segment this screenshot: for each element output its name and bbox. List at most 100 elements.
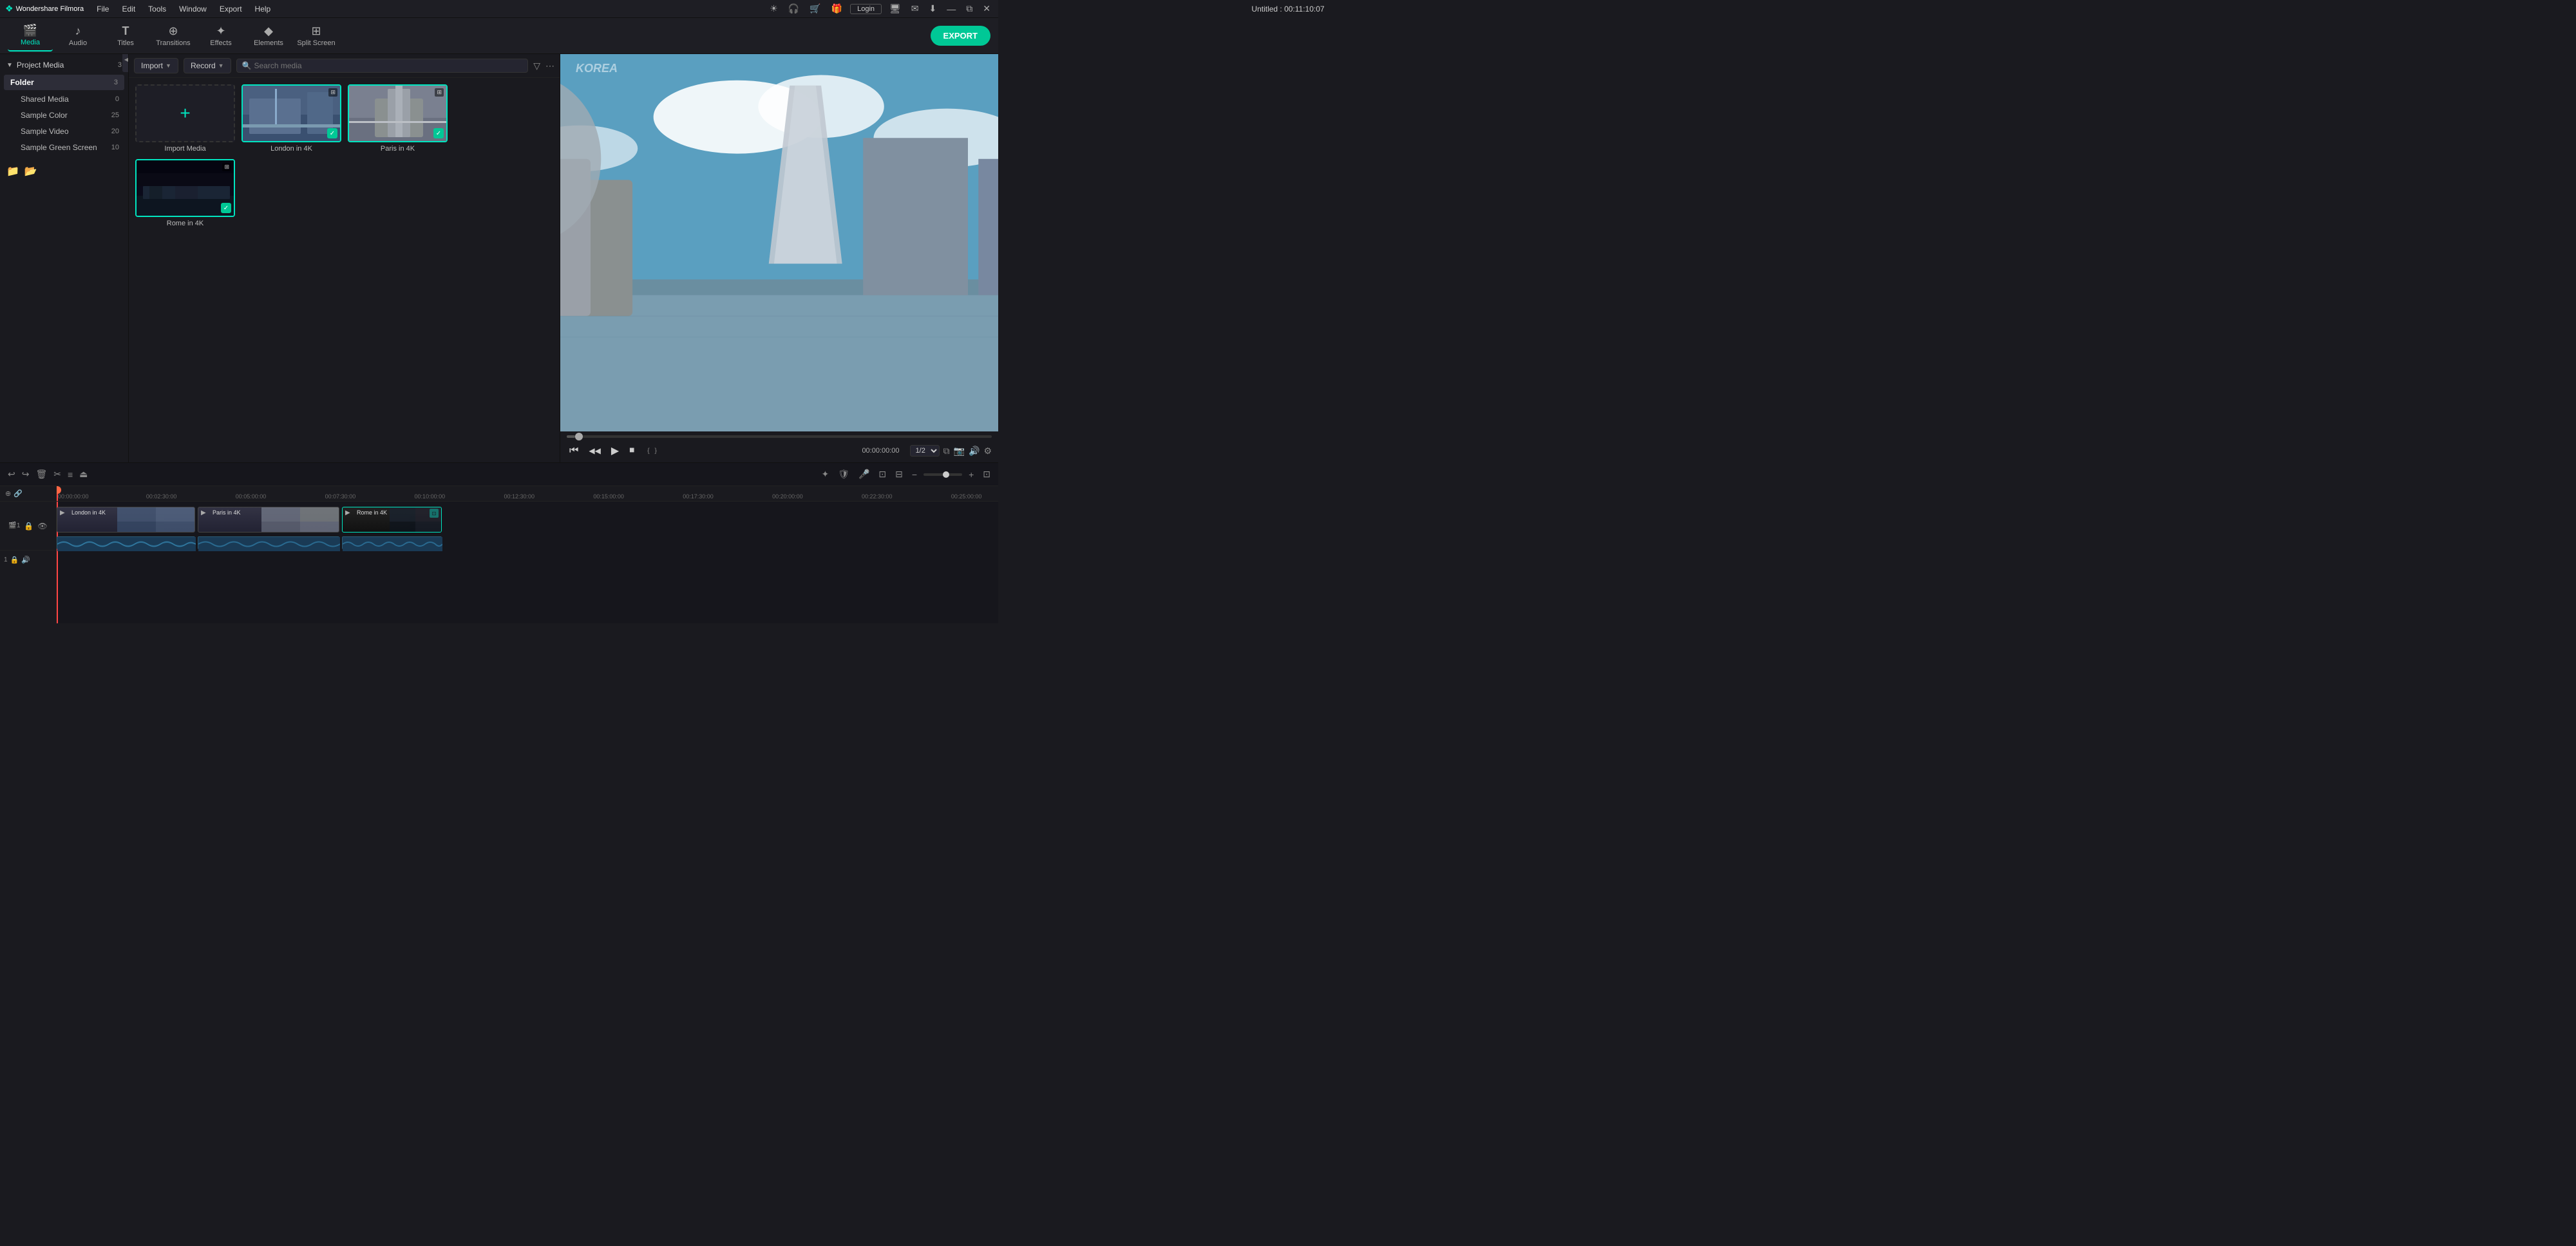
rome-thumb[interactable]: ⊞ ✓ [135, 159, 235, 217]
clip-rome[interactable]: ▶ Rome in 4K ⊡ [342, 507, 442, 533]
screen-icon[interactable]: 🖥 [887, 2, 904, 15]
media-item-paris[interactable]: ⊞ ✓ Paris in 4K [348, 84, 448, 153]
london-frame-preview [117, 507, 194, 532]
zoom-thumb[interactable] [943, 471, 949, 478]
track-1-controls: 🎬1 🔒 👁 [0, 502, 56, 550]
delete-button[interactable]: 🗑 [33, 467, 50, 481]
snapshot-icon[interactable]: 📷 [954, 446, 965, 457]
tab-titles[interactable]: T Titles [103, 21, 148, 52]
london-grid-icon: ⊞ [328, 88, 337, 97]
close-button[interactable]: ✕ [980, 2, 993, 15]
tab-elements[interactable]: ◆ Elements [246, 21, 291, 52]
play-button[interactable]: ▶ [609, 443, 621, 458]
quality-select[interactable]: 1/2 [910, 445, 940, 457]
sun-icon[interactable]: ☀ [767, 2, 781, 15]
frame-back-button[interactable]: ◀◀ [586, 445, 603, 457]
export-button[interactable]: EXPORT [931, 26, 990, 46]
shield-button[interactable]: 🛡 [835, 467, 852, 481]
preview-playhead[interactable] [575, 433, 583, 440]
headset-icon[interactable]: 🎧 [786, 2, 802, 15]
link-icon[interactable]: 🔗 [14, 489, 23, 498]
color-button[interactable]: ✦ [819, 467, 831, 481]
menu-window[interactable]: Window [174, 3, 212, 15]
transitions-icon: ⊕ [168, 24, 178, 38]
tab-split-screen[interactable]: ⊞ Split Screen [294, 21, 339, 52]
filter-icon[interactable]: ▽ [533, 61, 540, 71]
collapse-handle[interactable]: ◀ [122, 54, 129, 72]
search-input[interactable] [254, 61, 523, 70]
fullscreen-icon[interactable]: ⧉ [943, 446, 950, 457]
track-eye-icon[interactable]: 👁 [37, 522, 47, 531]
app-logo: ❖ Wondershare Filmora [5, 3, 84, 14]
caption-button[interactable]: ⊡ [876, 467, 889, 481]
audio-london[interactable] [57, 536, 195, 549]
clip-paris[interactable]: ▶ Paris in 4K [198, 507, 339, 533]
bracket-right: } [655, 448, 657, 455]
tab-media[interactable]: 🎬 Media [8, 21, 53, 52]
undo-button[interactable]: ↩ [5, 467, 18, 481]
ruler-marks: 00:00:00:00 00:02:30:00 00:05:00:00 00:0… [62, 486, 993, 501]
fit-button[interactable]: ⊡ [980, 467, 993, 481]
menu-edit[interactable]: Edit [117, 3, 140, 15]
import-media-item[interactable]: + Import Media [135, 84, 235, 153]
mail-icon[interactable]: ✉ [909, 2, 922, 15]
track-1-volume[interactable]: 🔊 [21, 556, 30, 564]
clip-rome-icon: ▶ [345, 509, 350, 516]
plus-icon: + [180, 103, 190, 124]
sidebar-item-sample-green[interactable]: Sample Green Screen 10 [3, 140, 126, 155]
zoom-in-button[interactable]: + [966, 468, 976, 481]
login-button[interactable]: Login [850, 4, 882, 14]
new-folder-icon[interactable]: 📁 [6, 165, 19, 178]
detach-button[interactable]: ⏏ [77, 467, 90, 481]
tab-transitions[interactable]: ⊕ Transitions [151, 21, 196, 52]
skip-back-button[interactable]: ⏮ [567, 444, 581, 458]
menu-tools[interactable]: Tools [143, 3, 171, 15]
stop-button[interactable]: ⏹ [627, 444, 637, 458]
track-content: ▶ London in 4K ▶ [57, 502, 998, 623]
cut-button[interactable]: ✂ [51, 467, 64, 481]
london-thumb[interactable]: ⊞ ✓ [242, 84, 341, 142]
media-item-rome[interactable]: ⊞ ✓ Rome in 4K [135, 159, 235, 227]
minimize-button[interactable]: — [944, 3, 958, 15]
tab-audio[interactable]: ♪ Audio [55, 21, 100, 52]
menu-file[interactable]: File [91, 3, 114, 15]
ruler-7: 00:17:30:00 [683, 493, 714, 500]
menu-help[interactable]: Help [250, 3, 276, 15]
audio-button[interactable]: ≡ [65, 467, 75, 481]
ruler-0: 00:00:00:00 [58, 493, 89, 500]
record-dropdown[interactable]: Record ▼ [184, 58, 231, 73]
grid-icon[interactable]: ⋯ [545, 61, 554, 71]
paris-thumb[interactable]: ⊞ ✓ [348, 84, 448, 142]
cart-icon[interactable]: 🛒 [807, 2, 823, 15]
zoom-out-button[interactable]: − [909, 468, 920, 481]
sidebar-item-sample-video[interactable]: Sample Video 20 [3, 124, 126, 139]
menu-export[interactable]: Export [214, 3, 247, 15]
ruler-5: 00:12:30:00 [504, 493, 535, 500]
audio-paris[interactable] [198, 536, 339, 549]
snap-icon[interactable]: ⊕ [5, 489, 11, 498]
folder-icon[interactable]: 📂 [24, 165, 37, 178]
tab-effects[interactable]: ✦ Effects [198, 21, 243, 52]
restore-button[interactable]: ⧉ [963, 2, 975, 15]
media-item-london[interactable]: ⊞ ✓ London in 4K [242, 84, 341, 153]
sidebar-item-shared-media[interactable]: Shared Media 0 [3, 91, 126, 107]
zoom-slider[interactable] [923, 473, 962, 476]
mic-button[interactable]: 🎤 [856, 467, 872, 481]
clip-london[interactable]: ▶ London in 4K [57, 507, 195, 533]
project-media-header[interactable]: ▼ Project Media 3 [0, 57, 128, 73]
import-placeholder[interactable]: + [135, 84, 235, 142]
preview-timeline[interactable] [567, 435, 992, 438]
track-lock-icon[interactable]: 🔒 [24, 522, 33, 531]
import-dropdown[interactable]: Import ▼ [134, 58, 178, 73]
gift-icon[interactable]: 🎁 [829, 2, 845, 15]
track-1-lock[interactable]: 🔒 [10, 556, 19, 564]
redo-button[interactable]: ↪ [19, 467, 32, 481]
sidebar-item-sample-color[interactable]: Sample Color 25 [3, 108, 126, 123]
paris-check-icon: ✓ [433, 128, 444, 138]
crop-button[interactable]: ⊟ [893, 467, 905, 481]
sidebar-item-folder[interactable]: Folder 3 [4, 75, 124, 90]
volume-icon[interactable]: 🔊 [969, 446, 980, 457]
audio-rome[interactable] [342, 536, 442, 549]
settings-icon[interactable]: ⚙ [983, 446, 992, 457]
download-icon[interactable]: ⬇ [927, 2, 940, 15]
